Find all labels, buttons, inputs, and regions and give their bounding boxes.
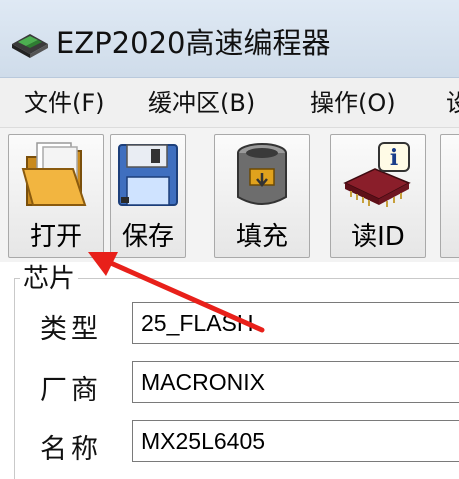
vendor-field[interactable]: MACRONIX	[132, 361, 459, 403]
fill-button-label: 填充	[235, 222, 288, 252]
read-id-button[interactable]: i 读ID	[330, 134, 426, 258]
chip-info-icon: i	[343, 142, 411, 207]
toolbar: 打开 保存 填充 i 读ID	[0, 128, 459, 262]
menu-settings[interactable]: 设	[446, 87, 459, 119]
floppy-save-icon	[118, 144, 178, 206]
open-button[interactable]: 打开	[8, 134, 104, 258]
svg-text:i: i	[390, 145, 398, 171]
type-label: 类型	[40, 314, 102, 345]
menu-buffer[interactable]: 缓冲区(B)	[148, 87, 255, 119]
title-bar: EZP2020高速编程器	[0, 0, 459, 78]
read-id-button-label: 读ID	[351, 222, 405, 252]
programmer-chip-icon	[12, 34, 48, 58]
menu-operation[interactable]: 操作(O)	[310, 87, 396, 119]
chip-group-title: 芯片	[20, 264, 79, 294]
menu-file[interactable]: 文件(F)	[24, 87, 105, 119]
name-label: 名称	[40, 434, 102, 465]
window-title: EZP2020高速编程器	[56, 26, 331, 60]
save-button-label: 保存	[121, 222, 174, 252]
fill-bucket-icon	[237, 143, 287, 205]
menu-bar: 文件(F) 缓冲区(B) 操作(O) 设	[0, 78, 459, 128]
vendor-label: 厂商	[40, 375, 102, 406]
name-field[interactable]: MX25L6405	[132, 420, 459, 462]
type-field[interactable]: 25_FLASH	[132, 302, 459, 344]
save-button[interactable]: 保存	[110, 134, 186, 258]
fill-button[interactable]: 填充	[214, 134, 310, 258]
open-folder-icon	[21, 142, 87, 206]
open-button-label: 打开	[29, 222, 82, 252]
toolbar-next-button[interactable]	[440, 134, 459, 258]
